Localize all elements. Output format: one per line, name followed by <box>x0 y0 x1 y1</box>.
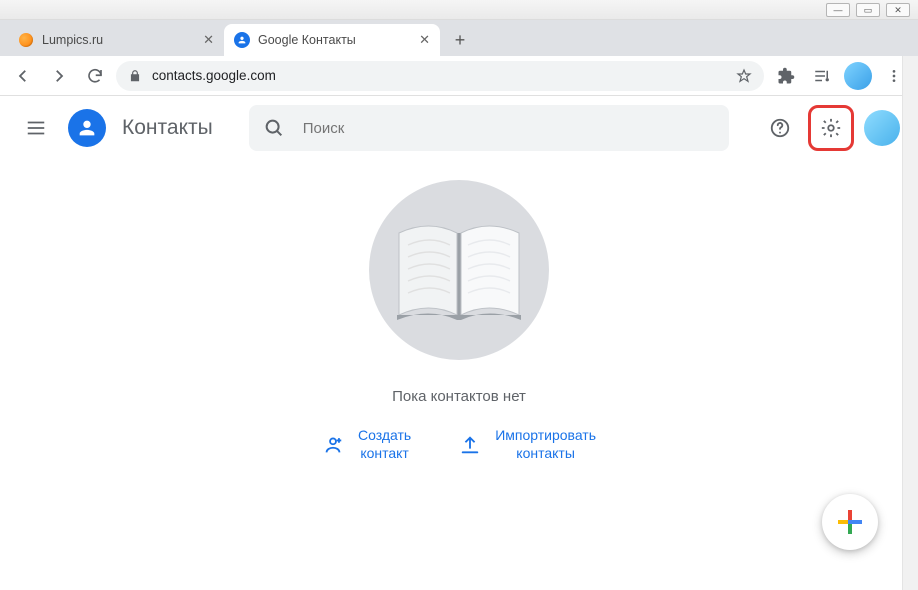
import-contacts-button[interactable]: Импортировать контакты <box>459 427 596 462</box>
empty-book-icon <box>369 180 549 360</box>
empty-state-text: Пока контактов нет <box>392 388 526 405</box>
nav-back-button[interactable] <box>8 61 38 91</box>
favicon-orange-icon <box>18 32 34 48</box>
account-button[interactable] <box>862 108 902 148</box>
vertical-scrollbar[interactable] <box>902 56 918 590</box>
window-close-button[interactable]: ✕ <box>886 3 910 17</box>
search-box[interactable] <box>249 105 729 151</box>
import-contacts-label: Импортировать контакты <box>495 427 596 462</box>
browser-tabstrip: Lumpics.ru ✕ Google Контакты ✕ + <box>0 20 918 56</box>
app-header: Контакты <box>0 96 918 160</box>
new-tab-button[interactable]: + <box>446 26 474 54</box>
product-name: Контакты <box>122 116 213 140</box>
settings-button[interactable] <box>808 105 854 151</box>
create-contact-label: Создать контакт <box>358 427 411 462</box>
window-maximize-button[interactable]: ▭ <box>856 3 880 17</box>
create-contact-button[interactable]: Создать контакт <box>322 427 411 462</box>
nav-reload-button[interactable] <box>80 61 110 91</box>
tab-title: Google Контакты <box>258 33 356 47</box>
nav-forward-button[interactable] <box>44 61 74 91</box>
main-menu-button[interactable] <box>16 108 56 148</box>
address-bar[interactable]: contacts.google.com <box>116 61 764 91</box>
contacts-logo-icon <box>68 109 106 147</box>
profile-button[interactable] <box>842 60 874 92</box>
media-controls-button[interactable] <box>806 60 838 92</box>
avatar-icon <box>844 62 872 90</box>
bookmark-star-icon[interactable] <box>736 68 752 84</box>
create-fab[interactable] <box>822 494 878 550</box>
window-minimize-button[interactable]: — <box>826 3 850 17</box>
browser-toolbar: contacts.google.com <box>0 56 918 96</box>
empty-state: Пока контактов нет Создать контакт Импор… <box>0 160 918 462</box>
favicon-contacts-icon <box>234 32 250 48</box>
close-icon[interactable]: ✕ <box>419 32 430 48</box>
help-button[interactable] <box>760 108 800 148</box>
window-titlebar: — ▭ ✕ <box>0 0 918 20</box>
person-add-icon <box>322 434 344 456</box>
upload-icon <box>459 434 481 456</box>
extensions-button[interactable] <box>770 60 802 92</box>
avatar-icon <box>864 110 900 146</box>
gear-icon <box>820 117 842 139</box>
tab-title: Lumpics.ru <box>42 33 103 47</box>
plus-icon <box>836 508 864 536</box>
search-input[interactable] <box>301 119 715 138</box>
search-icon <box>263 117 285 139</box>
empty-state-actions: Создать контакт Импортировать контакты <box>322 427 596 462</box>
browser-tab-lumpics[interactable]: Lumpics.ru ✕ <box>8 24 224 56</box>
close-icon[interactable]: ✕ <box>203 32 214 48</box>
lock-icon <box>128 69 142 83</box>
address-text: contacts.google.com <box>152 68 276 83</box>
browser-tab-google-contacts[interactable]: Google Контакты ✕ <box>224 24 440 56</box>
